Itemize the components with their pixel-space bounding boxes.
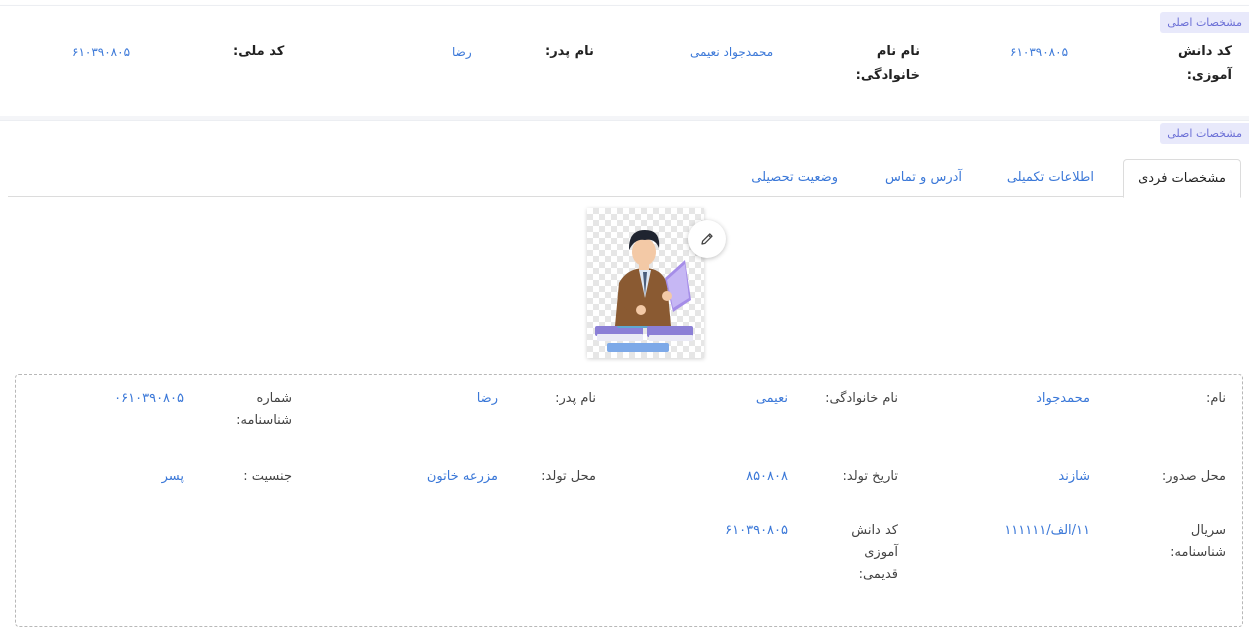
gender-label: جنسیت : (243, 469, 292, 484)
birth-date-value: ۸۵۰۸۰۸ (746, 469, 788, 484)
father-value: رضا (476, 391, 498, 406)
serial-value: ۱۱/الف/۱۱۱۱۱۱ (1004, 523, 1090, 538)
father-name-label: نام پدر: (545, 44, 594, 59)
student-code-value: ۶۱۰۳۹۰۸۰۵ (1010, 45, 1069, 59)
tab-bar: مشخصات فردی اطلاعات تکمیلی آدرس و تماس و… (8, 159, 1241, 198)
personal-details-box (15, 374, 1243, 627)
name-value: محمدجواد (1036, 391, 1090, 406)
name-label: نام: (1205, 391, 1226, 406)
gender-value: پسر (161, 469, 184, 484)
birth-place-value: مزرعه خاتون (426, 469, 498, 484)
issue-place-value: شازند (1058, 469, 1090, 484)
id-number-value: ۰۶۱۰۳۹۰۸۰۵ (114, 391, 184, 406)
student-code-label: کد دانش آموزی: (1178, 44, 1232, 83)
section-tag-main-info: مشخصات اصلی (1160, 12, 1249, 33)
tab-address-contact[interactable]: آدرس و تماس (885, 159, 962, 197)
serial-label: سریال شناسنامه: (1170, 523, 1226, 560)
lastname-label: نام خانوادگی: (825, 391, 898, 406)
lastname-value: نعیمی (755, 391, 788, 406)
old-code-value: ۶۱۰۳۹۰۸۰۵ (725, 523, 788, 538)
father-label: نام پدر: (555, 391, 596, 406)
student-avatar-illustration (595, 230, 693, 352)
id-number-label: شماره شناسنامه: (236, 391, 292, 428)
father-name-value: رضا (452, 45, 472, 59)
fullname-label: نام نام خانوادگی: (855, 44, 920, 83)
pencil-icon (701, 233, 713, 245)
tab-personal-info[interactable]: مشخصات فردی (1123, 159, 1241, 198)
student-photo (587, 208, 704, 358)
birth-date-label: تاریخ تولد: (842, 469, 899, 484)
issue-place-label: محل صدور: (1161, 469, 1226, 484)
fullname-value: محمدجواد نعیمی (690, 45, 774, 59)
tab-additional-info[interactable]: اطلاعات تکمیلی (1007, 159, 1094, 197)
birth-place-label: محل تولد: (541, 469, 596, 484)
section-tag-details: مشخصات اصلی (1160, 123, 1249, 144)
tab-education-status[interactable]: وضعیت تحصیلی (751, 159, 838, 197)
national-code-value: ۶۱۰۳۹۰۸۰۵ (72, 45, 131, 59)
old-code-label: کد دانش آموزی قدیمی: (851, 523, 898, 582)
national-code-label: کد ملی: (233, 44, 285, 59)
edit-photo-button[interactable] (688, 220, 726, 258)
